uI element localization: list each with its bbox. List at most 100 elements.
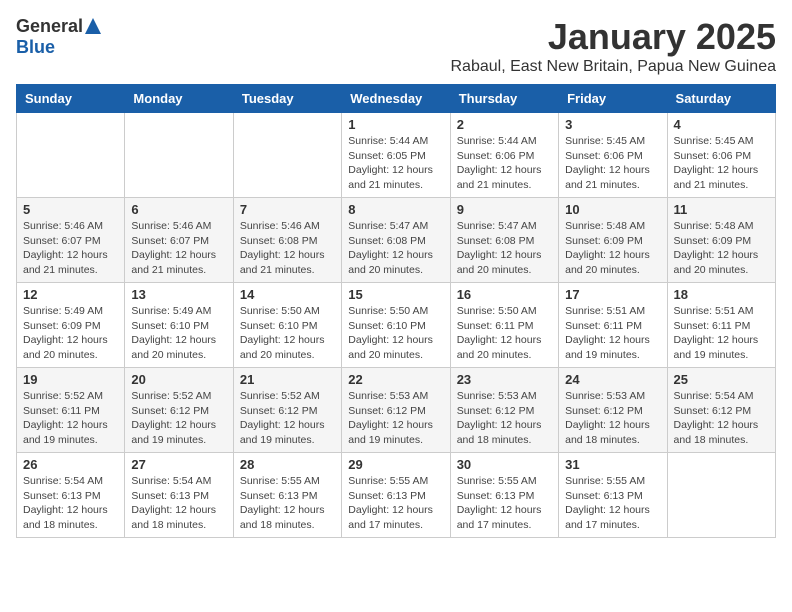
logo-triangle-icon (85, 18, 101, 34)
day-number: 11 (674, 202, 769, 217)
day-info: Sunrise: 5:53 AM Sunset: 6:12 PM Dayligh… (348, 389, 443, 448)
calendar-cell: 21 Sunrise: 5:52 AM Sunset: 6:12 PM Dayli… (233, 368, 341, 453)
day-info: Sunrise: 5:54 AM Sunset: 6:13 PM Dayligh… (131, 474, 226, 533)
logo: General Blue (16, 16, 101, 58)
calendar-cell: 11 Sunrise: 5:48 AM Sunset: 6:09 PM Dayli… (667, 198, 775, 283)
calendar-cell (125, 113, 233, 198)
calendar-cell: 28 Sunrise: 5:55 AM Sunset: 6:13 PM Dayli… (233, 453, 341, 538)
calendar-cell: 13Sunrise: 5:49 AM Sunset: 6:10 PM Dayli… (125, 283, 233, 368)
calendar-table: SundayMondayTuesdayWednesdayThursdayFrid… (16, 84, 776, 538)
weekday-header-tuesday: Tuesday (233, 85, 341, 113)
day-info: Sunrise: 5:55 AM Sunset: 6:13 PM Dayligh… (457, 474, 552, 533)
calendar-cell: 14Sunrise: 5:50 AM Sunset: 6:10 PM Dayli… (233, 283, 341, 368)
day-info: Sunrise: 5:45 AM Sunset: 6:06 PM Dayligh… (565, 134, 660, 193)
day-info: Sunrise: 5:45 AM Sunset: 6:06 PM Dayligh… (674, 134, 769, 193)
calendar-cell: 30 Sunrise: 5:55 AM Sunset: 6:13 PM Dayli… (450, 453, 558, 538)
calendar-cell: 10 Sunrise: 5:48 AM Sunset: 6:09 PM Dayli… (559, 198, 667, 283)
day-number: 30 (457, 457, 552, 472)
day-number: 31 (565, 457, 660, 472)
day-number: 1 (348, 117, 443, 132)
day-info: Sunrise: 5:47 AM Sunset: 6:08 PM Dayligh… (457, 219, 552, 278)
week-row-2: 5 Sunrise: 5:46 AM Sunset: 6:07 PM Daylig… (17, 198, 776, 283)
day-number: 21 (240, 372, 335, 387)
calendar-cell (17, 113, 125, 198)
day-number: 23 (457, 372, 552, 387)
day-number: 19 (23, 372, 118, 387)
day-number: 18 (674, 287, 769, 302)
week-row-1: 1 Sunrise: 5:44 AM Sunset: 6:05 PM Daylig… (17, 113, 776, 198)
calendar-header-row: SundayMondayTuesdayWednesdayThursdayFrid… (17, 85, 776, 113)
day-number: 15 (348, 287, 443, 302)
day-info: Sunrise: 5:51 AM Sunset: 6:11 PM Dayligh… (674, 304, 769, 363)
day-number: 28 (240, 457, 335, 472)
day-number: 7 (240, 202, 335, 217)
day-number: 17 (565, 287, 660, 302)
title-block: January 2025 Rabaul, East New Britain, P… (450, 16, 776, 76)
day-info: Sunrise: 5:52 AM Sunset: 6:12 PM Dayligh… (240, 389, 335, 448)
day-info: Sunrise: 5:48 AM Sunset: 6:09 PM Dayligh… (674, 219, 769, 278)
weekday-header-friday: Friday (559, 85, 667, 113)
calendar-cell (667, 453, 775, 538)
day-number: 16 (457, 287, 552, 302)
day-info: Sunrise: 5:55 AM Sunset: 6:13 PM Dayligh… (565, 474, 660, 533)
calendar-cell: 5Sunrise: 5:46 AM Sunset: 6:07 PM Daylig… (17, 198, 125, 283)
day-number: 29 (348, 457, 443, 472)
weekday-header-thursday: Thursday (450, 85, 558, 113)
day-number: 26 (23, 457, 118, 472)
day-info: Sunrise: 5:52 AM Sunset: 6:12 PM Dayligh… (131, 389, 226, 448)
day-info: Sunrise: 5:46 AM Sunset: 6:07 PM Dayligh… (131, 219, 226, 278)
day-number: 5 (23, 202, 118, 217)
calendar-cell: 27 Sunrise: 5:54 AM Sunset: 6:13 PM Dayli… (125, 453, 233, 538)
calendar-cell: 2 Sunrise: 5:44 AM Sunset: 6:06 PM Daylig… (450, 113, 558, 198)
day-info: Sunrise: 5:53 AM Sunset: 6:12 PM Dayligh… (565, 389, 660, 448)
day-number: 14 (240, 287, 335, 302)
day-info: Sunrise: 5:55 AM Sunset: 6:13 PM Dayligh… (240, 474, 335, 533)
day-info: Sunrise: 5:44 AM Sunset: 6:05 PM Dayligh… (348, 134, 443, 193)
day-info: Sunrise: 5:50 AM Sunset: 6:10 PM Dayligh… (348, 304, 443, 363)
calendar-cell: 18 Sunrise: 5:51 AM Sunset: 6:11 PM Dayli… (667, 283, 775, 368)
calendar-cell: 23Sunrise: 5:53 AM Sunset: 6:12 PM Dayli… (450, 368, 558, 453)
day-number: 12 (23, 287, 118, 302)
day-number: 10 (565, 202, 660, 217)
calendar-cell: 12 Sunrise: 5:49 AM Sunset: 6:09 PM Dayli… (17, 283, 125, 368)
logo-blue-text: Blue (16, 37, 55, 57)
day-info: Sunrise: 5:46 AM Sunset: 6:08 PM Dayligh… (240, 219, 335, 278)
calendar-cell: 19 Sunrise: 5:52 AM Sunset: 6:11 PM Dayli… (17, 368, 125, 453)
calendar-cell: 22 Sunrise: 5:53 AM Sunset: 6:12 PM Dayli… (342, 368, 450, 453)
day-number: 20 (131, 372, 226, 387)
week-row-5: 26 Sunrise: 5:54 AM Sunset: 6:13 PM Dayli… (17, 453, 776, 538)
day-number: 24 (565, 372, 660, 387)
day-number: 22 (348, 372, 443, 387)
day-info: Sunrise: 5:52 AM Sunset: 6:11 PM Dayligh… (23, 389, 118, 448)
calendar-cell: 9 Sunrise: 5:47 AM Sunset: 6:08 PM Daylig… (450, 198, 558, 283)
logo-general-text: General (16, 16, 83, 37)
day-number: 2 (457, 117, 552, 132)
day-info: Sunrise: 5:54 AM Sunset: 6:12 PM Dayligh… (674, 389, 769, 448)
calendar-cell: 24 Sunrise: 5:53 AM Sunset: 6:12 PM Dayli… (559, 368, 667, 453)
weekday-header-monday: Monday (125, 85, 233, 113)
calendar-cell: 20 Sunrise: 5:52 AM Sunset: 6:12 PM Dayli… (125, 368, 233, 453)
calendar-cell: 1 Sunrise: 5:44 AM Sunset: 6:05 PM Daylig… (342, 113, 450, 198)
calendar-cell: 16 Sunrise: 5:50 AM Sunset: 6:11 PM Dayli… (450, 283, 558, 368)
day-number: 6 (131, 202, 226, 217)
calendar-cell (233, 113, 341, 198)
day-number: 8 (348, 202, 443, 217)
day-info: Sunrise: 5:50 AM Sunset: 6:11 PM Dayligh… (457, 304, 552, 363)
day-number: 27 (131, 457, 226, 472)
calendar-cell: 31 Sunrise: 5:55 AM Sunset: 6:13 PM Dayli… (559, 453, 667, 538)
week-row-3: 12 Sunrise: 5:49 AM Sunset: 6:09 PM Dayli… (17, 283, 776, 368)
calendar-cell: 3 Sunrise: 5:45 AM Sunset: 6:06 PM Daylig… (559, 113, 667, 198)
calendar-cell: 17Sunrise: 5:51 AM Sunset: 6:11 PM Dayli… (559, 283, 667, 368)
month-title: January 2025 (450, 16, 776, 58)
calendar-cell: 25Sunrise: 5:54 AM Sunset: 6:12 PM Dayli… (667, 368, 775, 453)
day-info: Sunrise: 5:49 AM Sunset: 6:09 PM Dayligh… (23, 304, 118, 363)
day-number: 9 (457, 202, 552, 217)
weekday-header-sunday: Sunday (17, 85, 125, 113)
day-info: Sunrise: 5:44 AM Sunset: 6:06 PM Dayligh… (457, 134, 552, 193)
week-row-4: 19 Sunrise: 5:52 AM Sunset: 6:11 PM Dayli… (17, 368, 776, 453)
weekday-header-wednesday: Wednesday (342, 85, 450, 113)
day-number: 3 (565, 117, 660, 132)
day-info: Sunrise: 5:47 AM Sunset: 6:08 PM Dayligh… (348, 219, 443, 278)
day-info: Sunrise: 5:48 AM Sunset: 6:09 PM Dayligh… (565, 219, 660, 278)
day-number: 4 (674, 117, 769, 132)
